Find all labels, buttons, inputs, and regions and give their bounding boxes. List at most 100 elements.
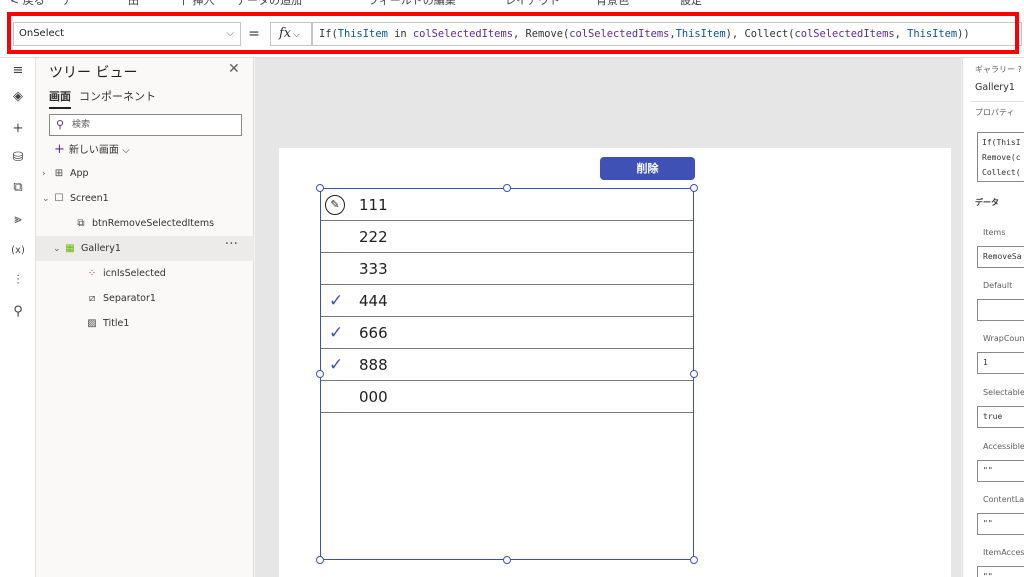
property-label: ContentLan xyxy=(983,495,1024,504)
gallery-icon: ▦ xyxy=(65,243,75,254)
layers-icon[interactable]: ◈ xyxy=(0,84,36,110)
gallery-row[interactable]: 333 xyxy=(321,253,693,285)
command-item[interactable]: 背景色 xyxy=(596,0,629,8)
variables-icon[interactable]: (x) xyxy=(0,238,36,264)
app-icon: ⊞ xyxy=(54,168,64,179)
more-options-icon[interactable]: ··· xyxy=(225,232,238,257)
plus-icon[interactable]: + xyxy=(0,116,36,142)
control-name: Gallery1 xyxy=(975,82,1015,93)
code-line: Remove(c xyxy=(982,153,1021,162)
command-item[interactable]: レイアウト xyxy=(505,0,560,8)
gallery-row[interactable]: ✎ 111 xyxy=(321,189,693,221)
database-icon[interactable]: ⛁ xyxy=(0,145,36,171)
data-section-title: データ xyxy=(975,198,999,207)
edit-icon[interactable]: ✎ xyxy=(325,195,345,215)
new-screen-button[interactable]: + 新しい画面 ⌵ xyxy=(54,141,130,157)
tree-node-label: btnRemoveSelectedItems xyxy=(92,218,215,229)
gallery-row[interactable]: ✓ 666 xyxy=(321,317,693,349)
left-rail: ≡ ◈ + ⛁ ⧉ ⪢ (x) ⫶ ⚲ xyxy=(0,58,36,577)
button-icon: ⧉ xyxy=(77,218,85,229)
gallery-row-title: 666 xyxy=(359,324,388,342)
tree-node-app[interactable]: › ⊞ App xyxy=(36,161,254,186)
check-icon[interactable]: ✓ xyxy=(329,285,343,317)
gallery1[interactable]: ✎ 111 222 333 ✓ 444 ✓ 666 ✓ 888 000 xyxy=(320,188,694,560)
command-item[interactable]: フィールドの編集 xyxy=(368,0,456,8)
resize-handle[interactable] xyxy=(316,184,324,192)
tree-node-label: icnIsSelected xyxy=(103,268,166,279)
tab-0[interactable]: 画面 xyxy=(49,88,71,109)
gallery-row[interactable]: ✓ 444 xyxy=(321,285,693,317)
property-input[interactable]: "" xyxy=(977,566,1024,577)
gallery-row[interactable]: ✓ 888 xyxy=(321,349,693,381)
tree-node-label: Screen1 xyxy=(70,193,109,204)
tree-node-icnisselected[interactable]: ⁘ icnIsSelected xyxy=(36,261,254,286)
expander-icon[interactable]: ⌄ xyxy=(53,237,63,262)
tab-1[interactable]: コンポーネント xyxy=(79,88,156,107)
tree-node-label: Separator1 xyxy=(103,293,156,304)
gallery-row-title: 888 xyxy=(359,356,388,374)
design-canvas: 削除 ✎ 111 222 333 ✓ 444 ✓ 666 ✓ 888 000 xyxy=(255,58,961,577)
property-input[interactable]: true xyxy=(977,406,1024,428)
resize-handle[interactable] xyxy=(316,370,324,378)
property-input[interactable]: "" xyxy=(977,513,1024,535)
command-item[interactable]: 十 挿入 xyxy=(178,0,215,8)
delete-button[interactable]: 削除 xyxy=(600,157,695,180)
command-item[interactable]: 田 xyxy=(128,0,139,8)
advanced-tools-icon[interactable]: ⪢ xyxy=(0,207,36,233)
help-icon[interactable]: ? xyxy=(1018,65,1022,74)
resize-handle[interactable] xyxy=(690,184,698,192)
property-label: Items xyxy=(983,228,1006,237)
command-item[interactable]: データの追加 xyxy=(236,0,302,8)
resize-handle[interactable] xyxy=(503,556,511,564)
gallery-row[interactable]: 000 xyxy=(321,381,693,413)
divider xyxy=(971,101,1024,102)
properties-tab[interactable]: プロパティ xyxy=(975,107,1015,118)
tree-node-gallery1[interactable]: ⌄ ▦ Gallery1 ··· xyxy=(36,236,254,261)
tree-node-label: App xyxy=(70,168,89,179)
plus-icon: + xyxy=(54,142,65,157)
gallery-row-title: 333 xyxy=(359,260,388,278)
tree-view-title: ツリー ビュー xyxy=(49,65,138,81)
property-input[interactable]: RemoveSa xyxy=(977,246,1024,268)
tree-node-btnremoveselecteditems[interactable]: ⧉ btnRemoveSelectedItems xyxy=(36,211,254,236)
media-icon[interactable]: ⧉ xyxy=(0,175,36,201)
command-item[interactable]: < 戻る xyxy=(10,0,45,8)
hamburger-icon[interactable]: ≡ xyxy=(0,58,36,84)
command-item[interactable]: ア xyxy=(62,0,73,8)
settings-icon[interactable]: ⫶ xyxy=(0,268,36,294)
check-icon[interactable]: ✓ xyxy=(329,349,343,381)
label-icon: ▨ xyxy=(87,318,97,329)
gallery-row-title: 000 xyxy=(359,388,388,406)
control-kind: ギャラリー ? xyxy=(975,65,1022,74)
property-label: Selectable xyxy=(983,388,1024,397)
resize-handle[interactable] xyxy=(690,556,698,564)
resize-handle[interactable] xyxy=(690,370,698,378)
property-input[interactable]: 1 xyxy=(977,352,1024,374)
tree-node-screen1[interactable]: ⌄ ☐ Screen1 xyxy=(36,186,254,211)
close-icon[interactable]: ✕ xyxy=(228,61,240,77)
tree-search-input[interactable]: ⚲ 検索 xyxy=(49,114,242,136)
tree-node-title1[interactable]: ▨ Title1 xyxy=(36,311,254,336)
shape-icon: ⧄ xyxy=(88,293,96,304)
resize-handle[interactable] xyxy=(503,184,511,192)
tree-node-label: Gallery1 xyxy=(81,243,121,254)
highlight-frame xyxy=(7,12,1019,54)
expander-icon[interactable]: ⌄ xyxy=(42,187,52,212)
command-item[interactable]: 設定 xyxy=(680,0,702,8)
check-icon[interactable]: ✓ xyxy=(329,317,343,349)
gallery-row[interactable]: 222 xyxy=(321,221,693,253)
search-icon[interactable]: ⚲ xyxy=(0,299,36,325)
tree-node-label: Title1 xyxy=(103,318,130,329)
property-input[interactable]: "" xyxy=(977,460,1024,482)
code-line: If(ThisI xyxy=(982,138,1021,147)
property-input[interactable] xyxy=(977,299,1024,321)
gallery-row-title: 111 xyxy=(359,196,388,214)
search-placeholder: 検索 xyxy=(72,120,91,130)
search-icon: ⚲ xyxy=(56,118,65,131)
gallery-row-title: 444 xyxy=(359,292,388,310)
code-line: Collect( xyxy=(982,168,1021,177)
resize-handle[interactable] xyxy=(316,556,324,564)
tree-node-separator1[interactable]: ⧄ Separator1 xyxy=(36,286,254,311)
onselect-code-preview[interactable]: If(ThisI Remove(c Collect( xyxy=(977,132,1024,182)
expander-icon[interactable]: › xyxy=(42,162,52,187)
